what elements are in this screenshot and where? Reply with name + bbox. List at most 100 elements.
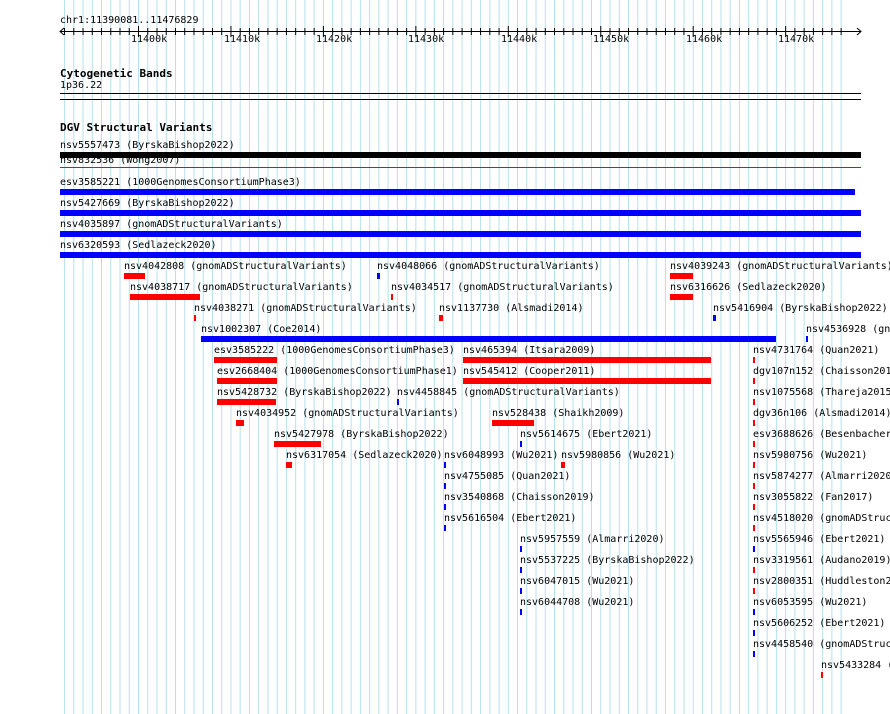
variant-feature-bar[interactable] xyxy=(274,441,321,447)
variant-label[interactable]: esv3585221 (1000GenomesConsortiumPhase3) xyxy=(60,177,301,189)
variant-feature-bar[interactable] xyxy=(194,315,196,321)
variant-label[interactable]: dgv107n152 (Chaisson201 xyxy=(753,366,890,378)
variant-feature-bar[interactable] xyxy=(753,399,755,405)
variant-label[interactable]: esv3585222 (1000GenomesConsortiumPhase3) xyxy=(214,345,455,357)
variant-feature-bar[interactable] xyxy=(713,315,716,321)
variant-label[interactable]: nsv4518020 (gnomADStruc xyxy=(753,513,890,525)
variant-feature-bar[interactable] xyxy=(753,609,755,615)
variant-feature-bar[interactable] xyxy=(753,420,755,426)
variant-feature-bar[interactable] xyxy=(397,399,399,405)
variant-feature-bar[interactable] xyxy=(520,567,522,573)
variant-feature-bar[interactable] xyxy=(670,273,693,279)
variant-feature-bar[interactable] xyxy=(806,336,808,342)
variant-label[interactable]: nsv6317054 (Sedlazeck2020) xyxy=(286,450,443,462)
variant-label[interactable]: nsv4458540 (gnomADStruc xyxy=(753,639,890,651)
variant-label[interactable]: nsv528438 (Shaikh2009) xyxy=(492,408,624,420)
variant-feature-bar[interactable] xyxy=(753,651,755,657)
variant-feature-bar[interactable] xyxy=(60,189,855,195)
variant-label[interactable]: nsv5416904 (ByrskaBishop2022) xyxy=(713,303,888,315)
variant-label[interactable]: nsv3319561 (Audano2019) xyxy=(753,555,890,567)
variant-feature-bar[interactable] xyxy=(753,525,755,531)
variant-label[interactable]: nsv4731764 (Quan2021) xyxy=(753,345,879,357)
variant-feature-bar[interactable] xyxy=(439,315,443,321)
variant-label[interactable]: nsv1075568 (Thareja2015 xyxy=(753,387,890,399)
variant-label[interactable]: nsv5874277 (Almarri2020 xyxy=(753,471,890,483)
variant-label[interactable]: nsv4536928 (gn xyxy=(806,324,890,336)
variant-feature-bar[interactable] xyxy=(492,420,534,426)
variant-feature-bar[interactable] xyxy=(444,483,446,489)
variant-feature-bar[interactable] xyxy=(753,504,755,510)
variant-feature-bar[interactable] xyxy=(236,420,244,426)
variant-feature-bar[interactable] xyxy=(670,294,693,300)
variant-label[interactable]: nsv5980756 (Wu2021) xyxy=(753,450,867,462)
variant-label[interactable]: nsv4034517 (gnomADStructuralVariants) xyxy=(391,282,614,294)
variant-feature-bar[interactable] xyxy=(520,441,522,447)
variant-label[interactable]: nsv545412 (Cooper2011) xyxy=(463,366,595,378)
variant-label[interactable]: nsv5606252 (Ebert2021) xyxy=(753,618,885,630)
variant-label[interactable]: nsv1137730 (Alsmadi2014) xyxy=(439,303,584,315)
variant-feature-bar[interactable] xyxy=(520,609,522,615)
variant-label[interactable]: nsv4035897 (gnomADStructuralVariants) xyxy=(60,219,283,231)
variant-feature-bar[interactable] xyxy=(463,378,711,384)
variant-label[interactable]: nsv4034952 (gnomADStructuralVariants) xyxy=(236,408,459,420)
variant-label[interactable]: nsv4038271 (gnomADStructuralVariants) xyxy=(194,303,417,315)
variant-feature-bar[interactable] xyxy=(217,378,277,384)
variant-feature-bar[interactable] xyxy=(753,378,755,384)
variant-feature-bar[interactable] xyxy=(377,273,380,279)
variant-feature-bar[interactable] xyxy=(753,357,755,363)
variant-feature-bar[interactable] xyxy=(753,567,755,573)
variant-feature-bar[interactable] xyxy=(201,336,776,342)
variant-label[interactable]: nsv4038717 (gnomADStructuralVariants) xyxy=(130,282,353,294)
variant-label[interactable]: nsv3540868 (Chaisson2019) xyxy=(444,492,595,504)
variant-label[interactable]: nsv5616504 (Ebert2021) xyxy=(444,513,576,525)
variant-feature-bar[interactable] xyxy=(286,462,292,468)
variant-label[interactable]: nsv465394 (Itsara2009) xyxy=(463,345,595,357)
variant-feature-bar[interactable] xyxy=(753,483,755,489)
variant-feature-bar[interactable] xyxy=(753,441,755,447)
variant-label[interactable]: nsv5427669 (ByrskaBishop2022) xyxy=(60,198,235,210)
variant-label[interactable]: nsv4048066 (gnomADStructuralVariants) xyxy=(377,261,600,273)
variant-label[interactable]: nsv6044708 (Wu2021) xyxy=(520,597,634,609)
variant-feature-bar[interactable] xyxy=(60,231,861,237)
variant-label[interactable]: nsv2800351 (Huddleston2 xyxy=(753,576,890,588)
variant-label[interactable]: nsv6048993 (Wu2021) xyxy=(444,450,558,462)
variant-label[interactable]: nsv5537225 (ByrskaBishop2022) xyxy=(520,555,695,567)
variant-feature-bar[interactable] xyxy=(214,357,277,363)
variant-feature-bar[interactable] xyxy=(821,672,823,678)
variant-label[interactable]: nsv832536 (Wong2007) xyxy=(60,155,180,167)
variant-feature-bar[interactable] xyxy=(124,273,145,279)
variant-label[interactable]: nsv5957559 (Almarri2020) xyxy=(520,534,665,546)
variant-feature-bar[interactable] xyxy=(130,294,200,300)
variant-label[interactable]: nsv5614675 (Ebert2021) xyxy=(520,429,652,441)
variant-feature-bar[interactable] xyxy=(753,588,755,594)
variant-label[interactable]: nsv5433284 ( xyxy=(821,660,890,672)
variant-label[interactable]: nsv3055822 (Fan2017) xyxy=(753,492,873,504)
variant-feature-bar[interactable] xyxy=(753,546,755,552)
variant-label[interactable]: esv2668404 (1000GenomesConsortiumPhase1) xyxy=(217,366,458,378)
variant-feature-bar[interactable] xyxy=(60,210,861,216)
variant-feature-bar[interactable] xyxy=(520,546,522,552)
variant-feature-bar[interactable] xyxy=(753,630,755,636)
variant-feature-bar[interactable] xyxy=(60,252,861,258)
variant-label[interactable]: nsv5557473 (ByrskaBishop2022) xyxy=(60,140,235,152)
variant-label[interactable]: nsv4458845 (gnomADStructuralVariants) xyxy=(397,387,620,399)
variant-feature-bar[interactable] xyxy=(217,399,276,405)
variant-label[interactable]: esv3688626 (Besenbacher xyxy=(753,429,890,441)
variant-label[interactable]: nsv4042808 (gnomADStructuralVariants) xyxy=(124,261,347,273)
variant-feature-bar[interactable] xyxy=(444,525,446,531)
variant-label[interactable]: nsv6047015 (Wu2021) xyxy=(520,576,634,588)
variant-label[interactable]: nsv5565946 (Ebert2021) xyxy=(753,534,885,546)
variant-label[interactable]: nsv6320593 (Sedlazeck2020) xyxy=(60,240,217,252)
variant-feature-bar[interactable] xyxy=(520,588,522,594)
variant-feature-bar[interactable] xyxy=(391,294,393,300)
variant-feature-bar[interactable] xyxy=(60,167,861,168)
variant-label[interactable]: dgv36n106 (Alsmadi2014) xyxy=(753,408,890,420)
variant-feature-bar[interactable] xyxy=(444,462,446,468)
variant-label[interactable]: nsv4039243 (gnomADStructuralVariants) xyxy=(670,261,890,273)
variant-feature-bar[interactable] xyxy=(753,462,755,468)
variant-label[interactable]: nsv5980856 (Wu2021) xyxy=(561,450,675,462)
variant-label[interactable]: nsv5427978 (ByrskaBishop2022) xyxy=(274,429,449,441)
variant-feature-bar[interactable] xyxy=(463,357,711,363)
variant-label[interactable]: nsv5428732 (ByrskaBishop2022) xyxy=(217,387,392,399)
variant-label[interactable]: nsv6316626 (Sedlazeck2020) xyxy=(670,282,827,294)
